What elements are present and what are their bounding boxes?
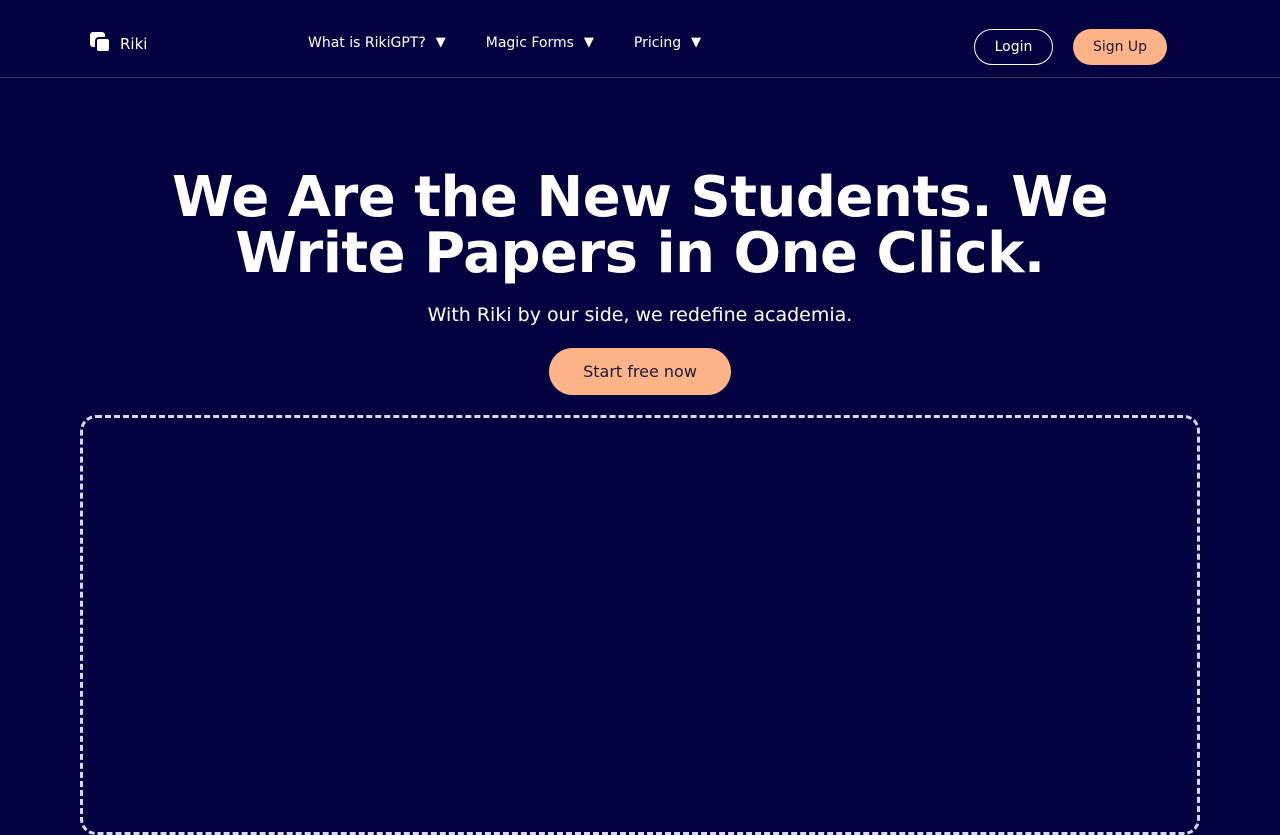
nav-item-magic-forms[interactable]: Magic Forms ▼ [486,33,594,53]
nav-item-label: What is RikiGPT? [308,35,426,51]
login-button[interactable]: Login [974,29,1053,65]
nav-item-pricing[interactable]: Pricing ▼ [634,33,701,53]
start-free-button[interactable]: Start free now [549,348,731,395]
top-navbar: Riki What is RikiGPT? ▼ Magic Forms ▼ Pr… [0,0,1280,78]
caret-down-icon: ▼ [435,35,446,50]
hero-title: We Are the New Students. We Write Papers… [172,165,1108,286]
upload-drop-zone[interactable] [80,415,1200,835]
nav-item-label: Magic Forms [485,35,574,51]
brand-logo[interactable]: Riki [90,32,147,56]
main-nav: What is RikiGPT? ▼ Magic Forms ▼ Pricing… [308,33,701,53]
nav-item-what-is-rikigpt[interactable]: What is RikiGPT? ▼ [308,33,446,53]
brand-name: Riki [120,35,148,53]
nav-item-label: Pricing [633,35,682,51]
caret-down-icon: ▼ [691,35,702,50]
signup-button[interactable]: Sign Up [1073,29,1167,65]
caret-down-icon: ▼ [583,35,594,50]
hero-subtitle: With Riki by our side, we redefine acade… [427,304,853,326]
riki-logo-icon [90,32,111,56]
